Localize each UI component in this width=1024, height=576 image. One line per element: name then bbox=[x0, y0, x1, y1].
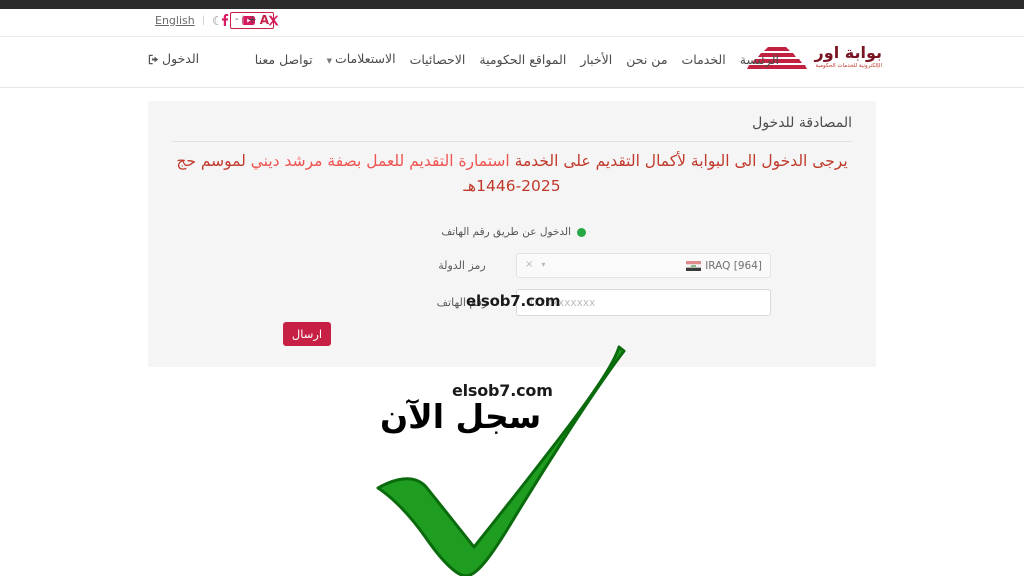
login-method-radio[interactable]: الدخول عن طريق رقم الهاتف bbox=[441, 225, 586, 239]
logo-title: بوابة اور bbox=[814, 43, 882, 62]
utility-right-group: - | + A ☾ | English bbox=[155, 12, 275, 29]
radio-selected-icon[interactable] bbox=[577, 227, 586, 237]
notice-text: يرجى الدخول الى البوابة لأكمال التقديم ع… bbox=[176, 149, 848, 199]
radio-label: الدخول عن طريق رقم الهاتف bbox=[441, 226, 571, 238]
country-code-label: رمز الدولة bbox=[438, 258, 486, 272]
letterbox-top-bar bbox=[0, 0, 1024, 9]
submit-button[interactable]: ارسال bbox=[283, 322, 331, 346]
country-code-value-group: IRAQ [964] bbox=[686, 258, 762, 274]
nav-item-3[interactable]: الأخبار bbox=[580, 51, 612, 69]
header-login-link[interactable]: الدخول bbox=[148, 50, 199, 68]
nav-item-0[interactable]: الرئيسة bbox=[740, 51, 779, 69]
screen-root: - | + A ☾ | English بوابة اور الإلكتروني… bbox=[0, 0, 1024, 576]
font-size-control[interactable]: - | + A bbox=[229, 12, 275, 29]
sign-in-icon bbox=[148, 54, 159, 64]
nav-item-6[interactable]: الاستعلامات▼ bbox=[327, 50, 396, 70]
chevron-down-icon: ▼ bbox=[326, 57, 332, 65]
card-title: المصادقة للدخول bbox=[752, 115, 852, 131]
logo-text-block: بوابة اور الإلكترونية للخدمات الحكومية bbox=[815, 44, 882, 70]
main-navigation: الرئيسة الخدمات من نحن الأخبار المواقع ا… bbox=[255, 50, 779, 70]
site-header: بوابة اور الإلكترونية للخدمات الحكومية ا… bbox=[0, 37, 1024, 88]
chevron-down-icon[interactable]: ▾ bbox=[541, 259, 545, 271]
font-increase-button[interactable]: + bbox=[248, 14, 257, 26]
nav-item-4[interactable]: المواقع الحكومية bbox=[479, 51, 566, 69]
clear-icon[interactable]: × bbox=[525, 259, 533, 271]
header-login-label: الدخول bbox=[162, 51, 200, 66]
application-form-link[interactable]: استمارة التقديم للعمل بصفة مرشد ديني bbox=[251, 152, 510, 170]
dark-mode-moon-icon[interactable]: ☾ bbox=[212, 15, 223, 27]
nav-item-2[interactable]: من نحن bbox=[626, 51, 667, 69]
watermark-field: elsob7.com bbox=[466, 292, 561, 310]
nav-item-5[interactable]: الاحصائيات bbox=[410, 51, 466, 69]
iraq-flag-icon bbox=[686, 261, 702, 271]
notice-prefix: يرجى الدخول الى البوابة لأكمال التقديم ع… bbox=[509, 152, 848, 170]
logo-subtitle: الإلكترونية للخدمات الحكومية bbox=[815, 63, 882, 69]
phone-number-row: 07xxxxxxxxx رقم الهاتف bbox=[408, 289, 771, 316]
nav-item-7[interactable]: تواصل معنا bbox=[255, 51, 313, 69]
utility-separator: | bbox=[201, 15, 206, 26]
country-code-row: IRAQ [964] ▾ × رمز الدولة bbox=[408, 253, 771, 278]
font-decrease-button[interactable]: - bbox=[235, 14, 239, 26]
font-size-separator: | bbox=[241, 15, 245, 25]
login-card: المصادقة للدخول يرجى الدخول الى البوابة … bbox=[148, 101, 876, 367]
card-divider bbox=[172, 141, 852, 142]
language-switch-link[interactable]: English bbox=[155, 14, 195, 28]
country-code-value: IRAQ [964] bbox=[705, 260, 762, 272]
font-size-letter-a: A bbox=[259, 13, 270, 27]
country-code-tools: ▾ × bbox=[525, 259, 545, 271]
country-code-select[interactable]: IRAQ [964] ▾ × bbox=[516, 253, 771, 278]
nav-item-6-label: الاستعلامات bbox=[334, 51, 396, 66]
cta-register-now-text: سجل الآن bbox=[380, 397, 542, 436]
nav-item-1[interactable]: الخدمات bbox=[682, 51, 726, 69]
utility-bar: - | + A ☾ | English bbox=[0, 9, 1024, 37]
green-checkmark-icon bbox=[376, 345, 626, 576]
